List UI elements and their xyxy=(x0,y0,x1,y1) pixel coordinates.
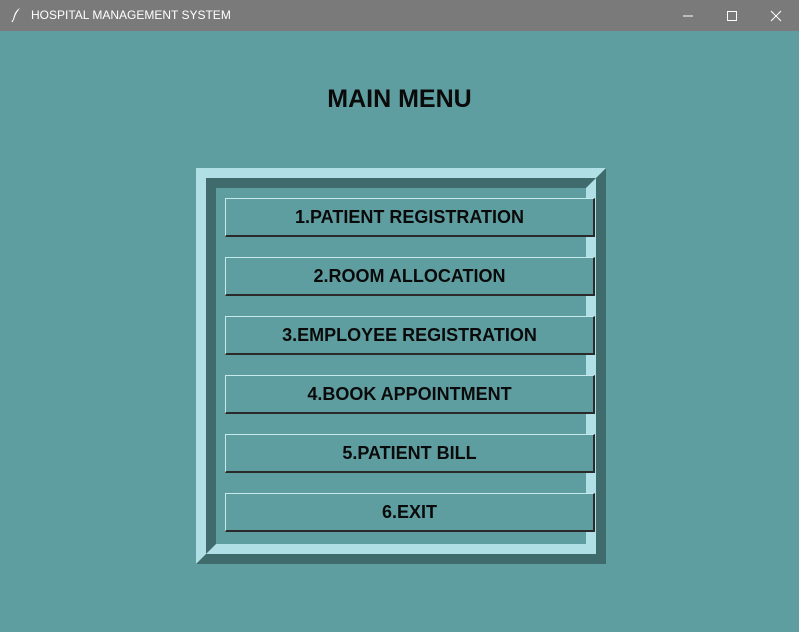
page-title: MAIN MENU xyxy=(327,85,472,113)
minimize-icon xyxy=(683,15,693,17)
title-bar[interactable]: HOSPITAL MANAGEMENT SYSTEM xyxy=(0,0,799,31)
patient-bill-button[interactable]: 5.PATIENT BILL xyxy=(225,434,595,473)
app-window: HOSPITAL MANAGEMENT SYSTEM MAIN MENU 1.P… xyxy=(0,0,799,632)
close-button[interactable] xyxy=(753,0,799,31)
minimize-button[interactable] xyxy=(665,0,711,31)
maximize-button[interactable] xyxy=(709,0,755,31)
maximize-icon xyxy=(727,11,737,21)
exit-button[interactable]: 6.EXIT xyxy=(225,493,595,532)
menu-frame-inner: 1.PATIENT REGISTRATION 2.ROOM ALLOCATION… xyxy=(206,178,596,554)
menu-frame: 1.PATIENT REGISTRATION 2.ROOM ALLOCATION… xyxy=(196,168,606,564)
patient-registration-button[interactable]: 1.PATIENT REGISTRATION xyxy=(225,198,595,237)
book-appointment-button[interactable]: 4.BOOK APPOINTMENT xyxy=(225,375,595,414)
feather-icon xyxy=(9,7,25,23)
room-allocation-button[interactable]: 2.ROOM ALLOCATION xyxy=(225,257,595,296)
close-icon xyxy=(770,10,782,22)
window-title: HOSPITAL MANAGEMENT SYSTEM xyxy=(31,8,231,22)
employee-registration-button[interactable]: 3.EMPLOYEE REGISTRATION xyxy=(225,316,595,355)
